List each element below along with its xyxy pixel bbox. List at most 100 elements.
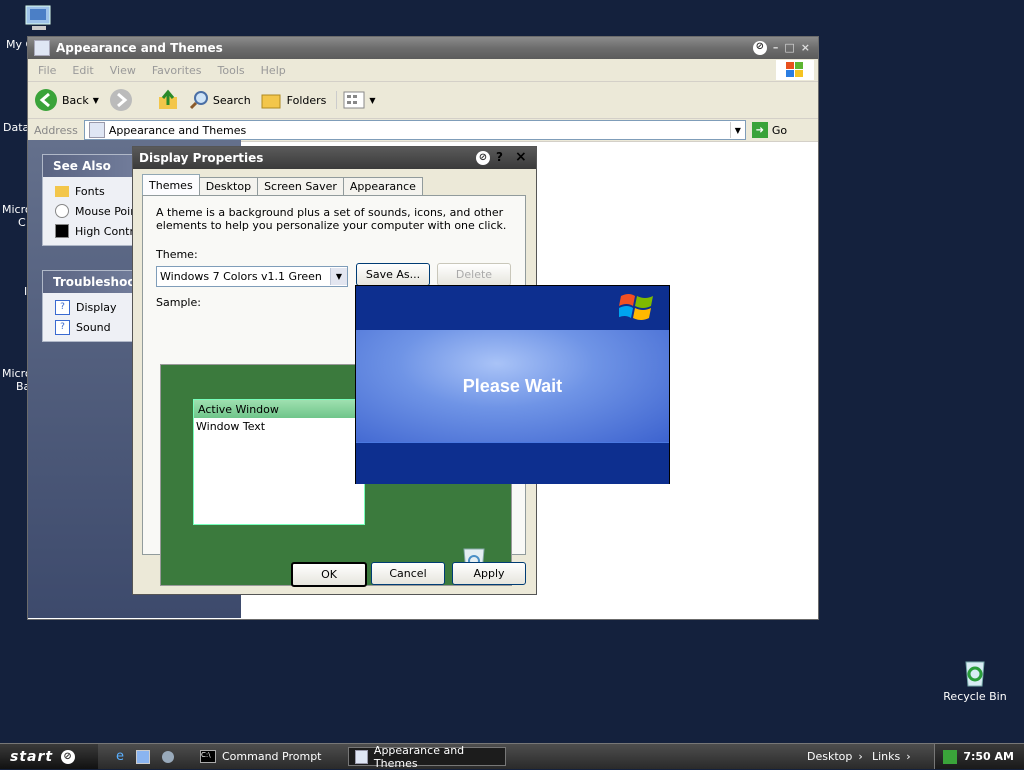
explorer-title: Appearance and Themes <box>56 41 223 55</box>
cancel-button[interactable]: Cancel <box>371 562 445 585</box>
desktop-icon-my-computer[interactable] <box>22 4 56 34</box>
task-appearance-and-themes[interactable]: Appearance and Themes <box>348 744 506 770</box>
quicklaunch-explorer-icon[interactable] <box>136 749 150 764</box>
dialog-title-bar[interactable]: Display Properties ⊘ <box>133 147 536 169</box>
tab-appearance[interactable]: Appearance <box>342 177 423 195</box>
help-button[interactable]: ? <box>496 150 503 164</box>
tab-desktop[interactable]: Desktop <box>198 177 259 195</box>
views-button[interactable]: ▼ <box>336 91 376 109</box>
chevron-down-icon[interactable]: ▼ <box>369 96 375 105</box>
menu-edit[interactable]: Edit <box>72 64 93 77</box>
back-button[interactable]: Back ▼ <box>34 88 99 112</box>
help-badge-icon: ⊘ <box>476 151 490 165</box>
back-arrow-icon <box>35 89 57 111</box>
up-button[interactable] <box>157 89 179 111</box>
troubleshoot-item-label: Sound <box>76 320 111 334</box>
mouse-icon <box>55 204 69 218</box>
start-button[interactable]: start ⊘ <box>0 744 98 769</box>
desktop-icon-label: C <box>18 216 26 229</box>
chevron-down-icon: ▼ <box>330 268 347 285</box>
go-button[interactable]: ➜ Go <box>751 122 787 138</box>
help-icon: ? <box>55 319 70 335</box>
folder-up-icon <box>158 89 177 109</box>
menu-file[interactable]: File <box>38 64 56 77</box>
ok-button[interactable]: OK <box>291 562 367 587</box>
please-wait-text: Please Wait <box>462 375 563 396</box>
forward-arrow-icon <box>109 89 132 111</box>
quicklaunch-media-icon[interactable] <box>162 750 174 763</box>
my-computer-icon <box>25 5 51 30</box>
toolbar-links[interactable]: Links › <box>872 750 911 763</box>
tab-themes[interactable]: Themes <box>142 174 200 195</box>
system-tray: 7:50 AM <box>934 744 1024 769</box>
toolbar-desktop[interactable]: Desktop › <box>807 750 863 763</box>
views-icon <box>343 91 365 109</box>
menu-help[interactable]: Help <box>261 64 286 77</box>
apply-button[interactable]: Apply <box>452 562 526 585</box>
see-also-item-label: High Contra <box>75 224 141 238</box>
menu-view[interactable]: View <box>110 64 136 77</box>
task-label: Appearance and Themes <box>373 743 465 770</box>
dialog-title: Display Properties <box>139 151 264 165</box>
windows-logo-icon <box>619 294 653 320</box>
sample-active-window: Active Window Window Text <box>193 399 365 525</box>
chevron-down-icon[interactable]: ▼ <box>729 122 745 138</box>
tab-screen-saver[interactable]: Screen Saver <box>257 177 344 195</box>
maximize-button[interactable]: □ <box>784 41 794 55</box>
tab-strip: Themes Desktop Screen Saver Appearance <box>142 174 423 195</box>
menu-bar: File Edit View Favorites Tools Help <box>28 59 818 82</box>
theme-label: Theme: <box>156 248 198 261</box>
recycle-bin-icon <box>959 656 991 688</box>
network-icon[interactable] <box>943 749 958 764</box>
folders-icon <box>261 94 281 109</box>
high-contrast-icon <box>55 224 69 238</box>
folders-button[interactable]: Folders <box>261 91 327 109</box>
wait-body: Please Wait <box>356 330 669 442</box>
control-panel-icon <box>88 122 105 138</box>
theme-select-value: Windows 7 Colors v1.1 Green <box>160 270 322 283</box>
search-icon <box>189 91 208 110</box>
task-command-prompt[interactable]: C:\ Command Prompt <box>194 747 344 766</box>
dialog-close-button[interactable]: × <box>515 149 527 165</box>
recycle-bin-label: Recycle Bin <box>943 690 1007 703</box>
toolbar: Back ▼ Search Folders ▼ <box>28 82 818 119</box>
troubleshoot-item-label: Display <box>76 300 117 314</box>
chevron-right-icon: › <box>858 750 863 763</box>
theme-select[interactable]: Windows 7 Colors v1.1 Green ▼ <box>156 266 348 287</box>
go-arrow-icon: ➜ <box>751 122 768 138</box>
delete-button[interactable]: Delete <box>437 263 511 286</box>
explorer-title-bar[interactable]: Appearance and Themes ⊘ – □ × <box>28 37 818 59</box>
clock[interactable]: 7:50 AM <box>963 750 1014 763</box>
sample-label: Sample: <box>156 296 201 309</box>
forward-button[interactable] <box>109 88 133 112</box>
address-bar: Address Appearance and Themes ▼ ➜ Go <box>28 119 818 142</box>
address-value: Appearance and Themes <box>108 123 247 137</box>
search-button[interactable]: Search <box>189 90 251 110</box>
toolbar-links-label: Links <box>872 750 901 763</box>
menu-tools[interactable]: Tools <box>218 64 245 77</box>
address-input[interactable]: Appearance and Themes ▼ <box>83 120 746 140</box>
desktop-icon-label: Data <box>3 121 30 134</box>
toolbar-desktop-label: Desktop <box>807 750 853 763</box>
back-label: Back <box>62 93 89 107</box>
quicklaunch-ie-icon[interactable]: e <box>116 749 124 764</box>
chevron-down-icon[interactable]: ▼ <box>93 96 99 105</box>
minimize-button[interactable]: – <box>773 41 779 55</box>
see-also-item-label: Mouse Poin <box>75 204 138 218</box>
sample-window-text: Window Text <box>196 420 266 433</box>
folders-label: Folders <box>286 93 327 107</box>
sample-window-title: Active Window <box>194 400 364 418</box>
menu-favorites[interactable]: Favorites <box>152 64 202 77</box>
save-as-button[interactable]: Save As... <box>356 263 430 286</box>
help-badge-icon[interactable]: ⊘ <box>752 41 767 55</box>
search-label: Search <box>212 93 251 107</box>
control-panel-icon <box>34 40 50 56</box>
theme-description: A theme is a background plus a set of so… <box>156 206 507 232</box>
please-wait-dialog: Please Wait <box>355 285 670 484</box>
close-button[interactable]: × <box>801 41 810 55</box>
desktop-icon-recycle-bin[interactable]: Recycle Bin <box>940 656 1010 703</box>
command-prompt-icon: C:\ <box>200 750 216 763</box>
sample-window-title-text: Active Window <box>198 402 279 416</box>
taskbar: start ⊘ e C:\ Command Prompt Appearance … <box>0 743 1024 770</box>
see-also-item-label: Fonts <box>75 184 105 198</box>
